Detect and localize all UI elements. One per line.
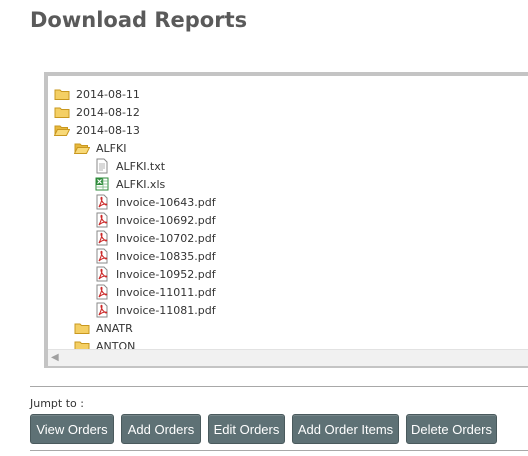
tree-item-invoice-11011[interactable]: Invoice-11011.pdf: [94, 283, 216, 301]
tree-item-label: ALFKI.xls: [116, 177, 166, 191]
tree-item-label: ALFKI: [96, 141, 127, 155]
delete-orders-button[interactable]: Delete Orders: [406, 414, 497, 444]
tree-item-2014-08-13[interactable]: 2014-08-13: [54, 121, 140, 139]
pdf-file-icon: [94, 248, 110, 264]
excel-file-icon: [94, 176, 110, 192]
tree-item-label: Invoice-11081.pdf: [116, 303, 216, 317]
tree-item-invoice-10835[interactable]: Invoice-10835.pdf: [94, 247, 216, 265]
tree-item-alfki-txt[interactable]: ALFKI.txt: [94, 157, 165, 175]
pdf-file-icon: [94, 302, 110, 318]
tree-item-label: 2014-08-11: [76, 87, 140, 101]
tree-item-label: Invoice-10692.pdf: [116, 213, 216, 227]
tree-item-label: Invoice-10643.pdf: [116, 195, 216, 209]
tree-item-invoice-11081[interactable]: Invoice-11081.pdf: [94, 301, 216, 319]
tree-item-alfki[interactable]: ALFKI: [74, 139, 126, 157]
pdf-file-icon: [94, 212, 110, 228]
add-orders-button[interactable]: Add Orders: [121, 414, 201, 444]
tree-item-label: ANATR: [96, 321, 133, 335]
folder-icon: [54, 104, 70, 120]
page-title: Download Reports: [30, 8, 248, 32]
tree-item-label: Invoice-10952.pdf: [116, 267, 216, 281]
text-file-icon: [94, 158, 110, 174]
pdf-file-icon: [94, 230, 110, 246]
scroll-left-arrow-icon[interactable]: ◀: [51, 352, 61, 364]
tree-item-label: 2014-08-12: [76, 105, 140, 119]
file-tree[interactable]: 2014-08-11 2014-08-12 2014-08-13 ALFKI A…: [44, 72, 528, 368]
jump-to-label: Jumpt to :: [30, 397, 84, 410]
folder-icon: [74, 320, 90, 336]
tree-item-alfki-xls[interactable]: ALFKI.xls: [94, 175, 165, 193]
add-order-items-button[interactable]: Add Order Items: [292, 414, 399, 444]
tree-item-invoice-10643[interactable]: Invoice-10643.pdf: [94, 193, 216, 211]
pdf-file-icon: [94, 284, 110, 300]
view-orders-button[interactable]: View Orders: [30, 414, 114, 444]
tree-item-label: Invoice-10702.pdf: [116, 231, 216, 245]
tree-item-label: Invoice-10835.pdf: [116, 249, 216, 263]
tree-item-invoice-10702[interactable]: Invoice-10702.pdf: [94, 229, 216, 247]
tree-item-invoice-10692[interactable]: Invoice-10692.pdf: [94, 211, 216, 229]
folder-icon: [54, 86, 70, 102]
tree-item-label: ALFKI.txt: [116, 159, 166, 173]
pdf-file-icon: [94, 266, 110, 282]
divider: [30, 386, 528, 387]
folder-open-icon: [74, 140, 90, 156]
folder-open-icon: [54, 122, 70, 138]
divider: [30, 450, 528, 451]
tree-item-label: 2014-08-13: [76, 123, 140, 137]
horizontal-scrollbar[interactable]: ◀: [48, 349, 528, 366]
tree-item-2014-08-11[interactable]: 2014-08-11: [54, 85, 140, 103]
edit-orders-button[interactable]: Edit Orders: [208, 414, 285, 444]
tree-item-invoice-10952[interactable]: Invoice-10952.pdf: [94, 265, 216, 283]
pdf-file-icon: [94, 194, 110, 210]
tree-item-label: Invoice-11011.pdf: [116, 285, 216, 299]
tree-item-2014-08-12[interactable]: 2014-08-12: [54, 103, 140, 121]
tree-item-anatr[interactable]: ANATR: [74, 319, 133, 337]
